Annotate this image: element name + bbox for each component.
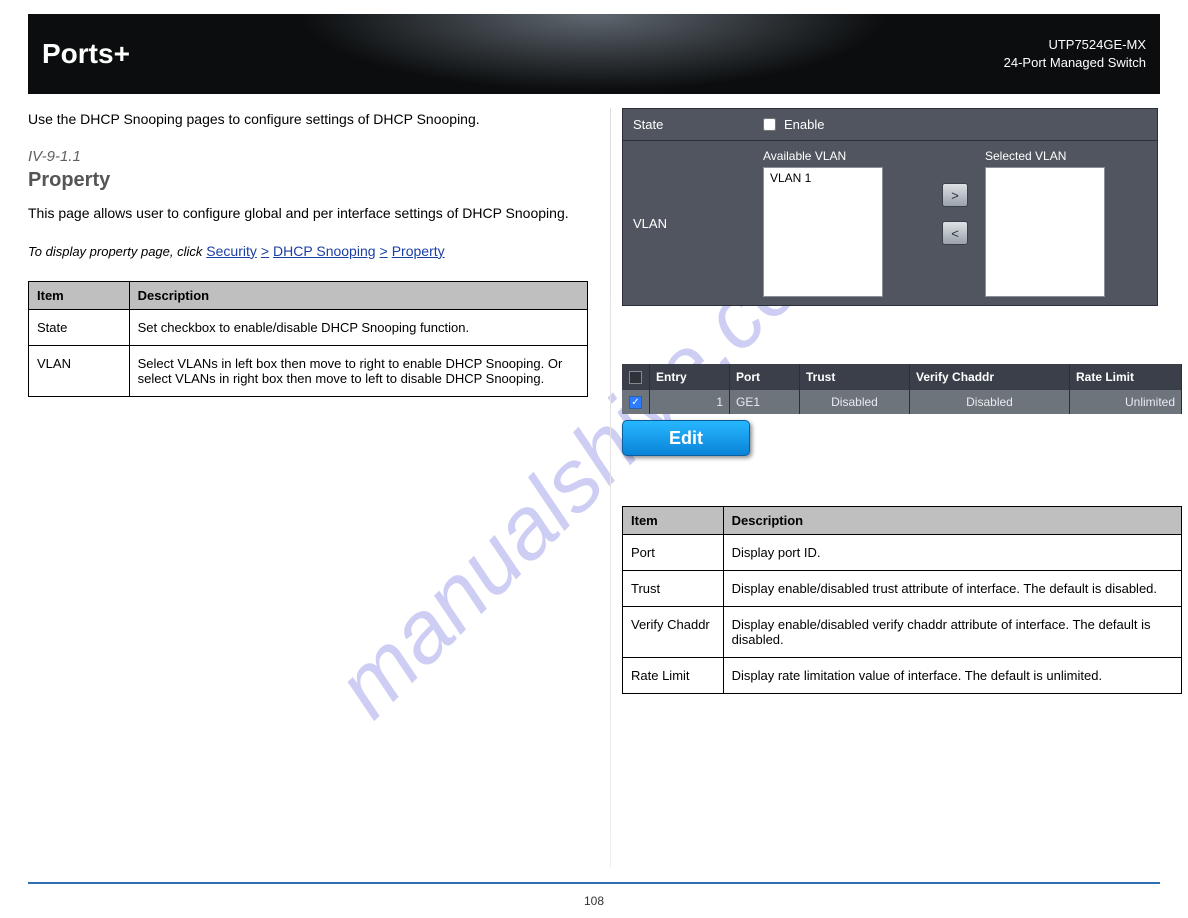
banner-title: Ports+ — [42, 38, 130, 70]
clickpath-seg-0: Security — [206, 243, 257, 259]
available-vlan-item-0[interactable]: VLAN 1 — [764, 168, 882, 188]
r-row3-item: Rate Limit — [623, 658, 724, 694]
r-row1-item: Trust — [623, 571, 724, 607]
clickpath-seg-2: Property — [392, 243, 445, 259]
intro-paragraph: Use the DHCP Snooping pages to configure… — [28, 108, 588, 130]
ps-trust: Disabled — [800, 390, 910, 414]
ps-col-port: Port — [730, 364, 800, 390]
edit-button[interactable]: Edit — [622, 420, 750, 456]
left-row1-item: VLAN — [29, 345, 130, 396]
enable-checkbox-wrap[interactable]: Enable — [763, 117, 1147, 132]
clickpath: To display property page, click Security… — [28, 243, 588, 259]
ps-col-verify: Verify Chaddr — [910, 364, 1070, 390]
section-heading: Property — [28, 169, 588, 192]
table-row: State Set checkbox to enable/disable DHC… — [29, 309, 588, 345]
ps-col-trust: Trust — [800, 364, 910, 390]
vlan-row-label: VLAN — [623, 141, 753, 305]
ps-entry: 1 — [650, 390, 730, 414]
section-subnumber: IV-9-1.1 — [28, 148, 588, 165]
left-col-item: Item — [29, 281, 130, 309]
selected-vlan-label: Selected VLAN — [985, 149, 1147, 163]
available-vlan-label: Available VLAN — [763, 149, 925, 163]
table-row: Rate Limit Display rate limitation value… — [623, 658, 1182, 694]
left-col-desc: Description — [129, 281, 587, 309]
r-row2-item: Verify Chaddr — [623, 607, 724, 658]
ps-verify: Disabled — [910, 390, 1070, 414]
clickpath-seg-1: DHCP Snooping — [273, 243, 375, 259]
banner-model: 24-Port Managed Switch — [1004, 54, 1146, 72]
lead-paragraph: This page allows user to configure globa… — [28, 202, 588, 224]
chevron-right-icon: > — [951, 188, 959, 203]
check-icon: ✓ — [631, 397, 639, 408]
ps-col-rate: Rate Limit — [1070, 364, 1182, 390]
r-row0-item: Port — [623, 535, 724, 571]
chevron-left-icon: < — [951, 226, 959, 241]
table-row: Trust Display enable/disabled trust attr… — [623, 571, 1182, 607]
table-row: Port Display port ID. — [623, 535, 1182, 571]
left-info-table: Item Description State Set checkbox to e… — [28, 281, 588, 397]
right-col-item: Item — [623, 507, 724, 535]
move-left-button[interactable]: < — [942, 221, 968, 245]
ps-port: GE1 — [730, 390, 800, 414]
enable-label: Enable — [784, 117, 824, 132]
r-row2-desc: Display enable/disabled verify chaddr at… — [723, 607, 1181, 658]
r-row1-desc: Display enable/disabled trust attribute … — [723, 571, 1181, 607]
row-checkbox[interactable]: ✓ — [629, 396, 642, 409]
available-vlan-listbox[interactable]: VLAN 1 — [763, 167, 883, 297]
vlan-config-panel: State Enable VLAN Available VLAN — [622, 108, 1158, 306]
left-row1-desc: Select VLANs in left box then move to ri… — [129, 345, 587, 396]
table-row: Verify Chaddr Display enable/disabled ve… — [623, 607, 1182, 658]
r-row3-desc: Display rate limitation value of interfa… — [723, 658, 1181, 694]
clickpath-label: To display property page, click — [28, 244, 202, 259]
left-row0-desc: Set checkbox to enable/disable DHCP Snoo… — [129, 309, 587, 345]
table-row: VLAN Select VLANs in left box then move … — [29, 345, 588, 396]
port-setting-header: Entry Port Trust Verify Chaddr Rate Limi… — [622, 364, 1182, 390]
header-banner: Ports+ UTP7524GE-MX 24-Port Managed Swit… — [28, 14, 1160, 94]
ps-col-entry: Entry — [650, 364, 730, 390]
select-all-checkbox[interactable] — [629, 371, 642, 384]
page-number: 108 — [584, 894, 604, 908]
ps-rate: Unlimited — [1070, 390, 1182, 414]
r-row0-desc: Display port ID. — [723, 535, 1181, 571]
banner-product: UTP7524GE-MX — [1004, 36, 1146, 54]
column-divider — [610, 108, 611, 868]
left-row0-item: State — [29, 309, 130, 345]
right-info-table: Item Description Port Display port ID. T… — [622, 506, 1182, 694]
enable-checkbox[interactable] — [763, 118, 776, 131]
move-right-button[interactable]: > — [942, 183, 968, 207]
footer-rule — [28, 882, 1160, 884]
port-setting-row[interactable]: ✓ 1 GE1 Disabled Disabled Unlimited — [622, 390, 1182, 414]
banner-right: UTP7524GE-MX 24-Port Managed Switch — [1004, 36, 1146, 71]
selected-vlan-listbox[interactable] — [985, 167, 1105, 297]
vlan-state-label: State — [623, 109, 753, 140]
clickpath-link[interactable]: Security>DHCP Snooping>Property — [206, 243, 444, 259]
right-col-desc: Description — [723, 507, 1181, 535]
